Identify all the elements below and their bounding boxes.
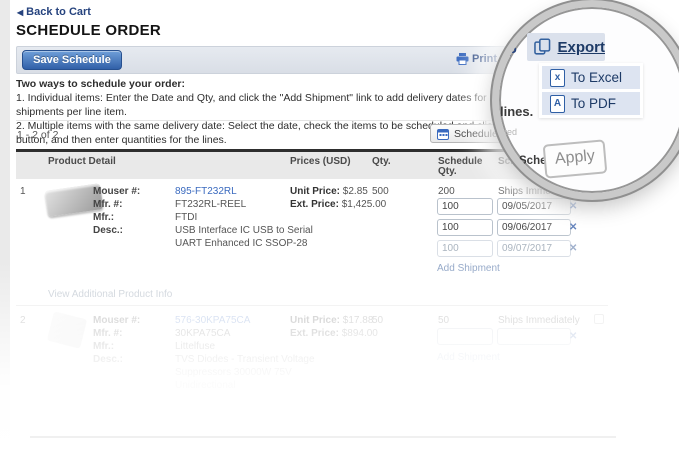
unit-price-label: Unit Price: [290,315,340,326]
export-to-excel-item[interactable]: x To Excel [542,66,640,89]
row-number: 2 [20,315,26,326]
schedule-order-page: ◀Back to Cart SCHEDULE ORDER Save Schedu… [0,0,679,450]
print-fragment-label: P [508,44,517,59]
export-copy-icon [534,38,551,56]
to-pdf-label: To PDF [571,96,616,111]
pdf-file-icon: A [550,95,565,113]
shipment-date-input-1[interactable] [497,328,571,345]
magnified-lines-text-fragment: lines. [500,104,533,119]
ext-price-value: $894.00 [342,328,378,339]
mfr-num-label: Mfr. #: [93,328,122,339]
mouser-part-link[interactable]: 576-30KPA75CA [175,315,250,326]
magnifier-content: P Export x To Excel A To PDF lin [499,7,679,193]
export-dropdown-menu: x To Excel A To PDF [539,63,643,118]
qty-value: 50 [372,315,383,326]
mfr-part-value: 30KPA75CA [175,328,230,339]
unit-price-value: $17.88 [343,315,374,326]
ships-immediately-label: Ships Immediately [498,315,580,326]
desc-line-3: Unidirectional [175,380,236,391]
desc-line-2: Suppressors 30000W 75V [175,367,292,378]
ext-price: Ext. Price: $894.00 [290,328,378,339]
export-to-pdf-item[interactable]: A To PDF [542,92,640,115]
unit-price: Unit Price: $17.88 [290,315,373,326]
ext-price-label: Ext. Price: [290,328,339,339]
product-image-30kpa75ca[interactable] [47,311,87,348]
add-shipment-link[interactable]: Add Shipment [437,352,500,363]
apply-button[interactable]: Apply [543,139,608,178]
mfr-value: Littelfuse [175,341,215,352]
desc-line-1: TVS Diodes - Transient Voltage [175,354,315,365]
mouser-label: Mouser #: [93,315,140,326]
to-excel-label: To Excel [571,70,622,85]
remove-shipment-icon-1[interactable]: ✕ [569,331,577,342]
mfr-label: Mfr.: [93,341,114,352]
export-button[interactable]: Export [527,33,605,61]
magnifier-circle: P Export x To Excel A To PDF lin [492,0,679,200]
schedule-qty-value: 50 [438,315,449,326]
export-label: Export [557,39,605,56]
shipment-qty-input-1[interactable] [437,328,493,345]
row-select-checkbox[interactable] [594,314,604,324]
excel-file-icon: x [550,69,565,87]
desc-label: Desc.: [93,354,123,365]
footer-divider [30,436,616,438]
